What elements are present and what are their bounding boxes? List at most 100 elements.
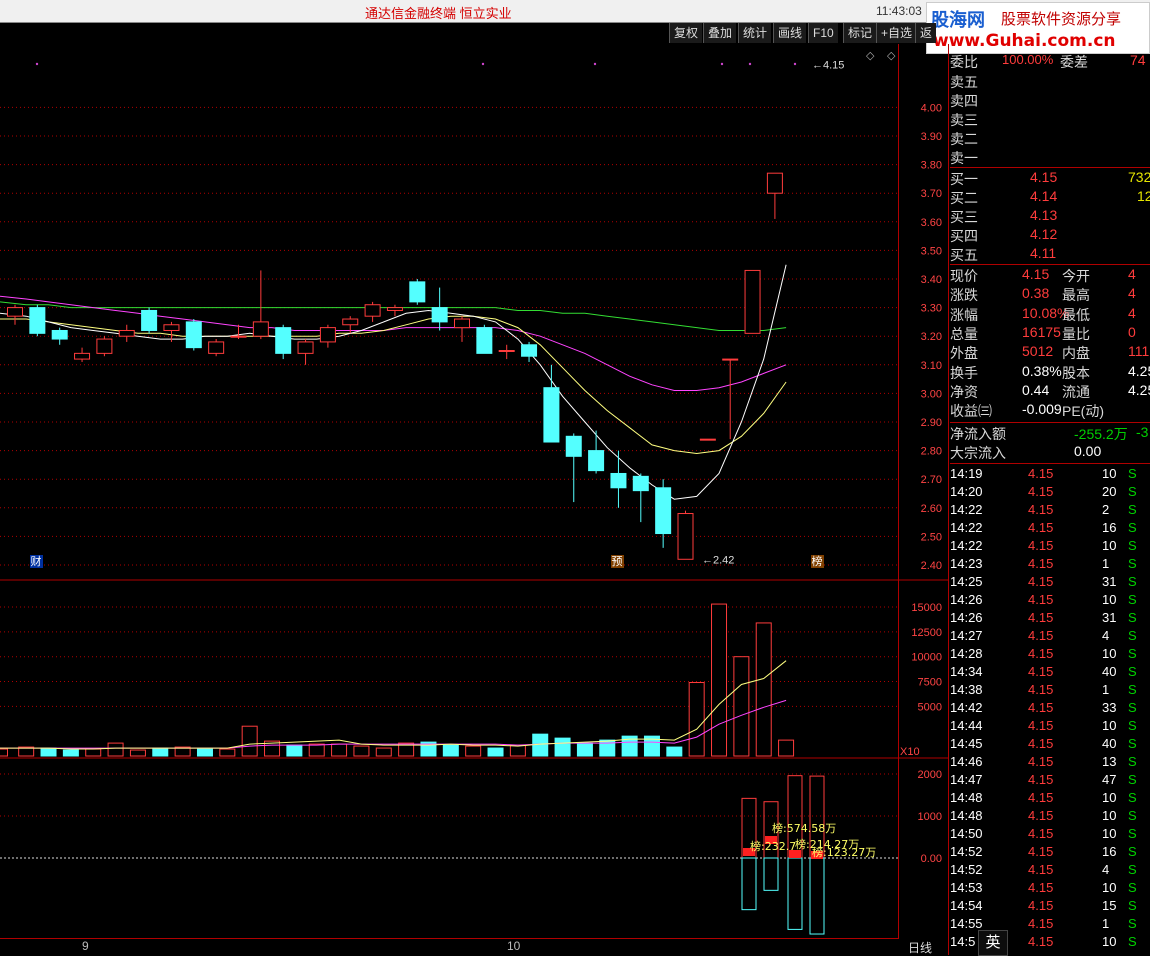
- flow-tick-label: 0.00: [921, 853, 942, 865]
- quote-value: 4: [1128, 285, 1136, 302]
- buy-1-volume: 732: [1128, 169, 1150, 185]
- f10-button[interactable]: F10: [808, 23, 838, 43]
- candle-body: [610, 472, 627, 489]
- volume-bar: [241, 725, 258, 757]
- tick-side: S: [1128, 466, 1137, 481]
- marker-tag-label: 预: [612, 555, 623, 568]
- tick-time: 14:22: [950, 538, 983, 553]
- tick-volume: 4: [1102, 628, 1110, 643]
- candle-body: [766, 172, 783, 194]
- tick-side: S: [1128, 772, 1137, 787]
- sell-4-label: 卖四: [950, 93, 978, 109]
- flow-annotation: 榜:232.7: [750, 839, 796, 853]
- tick-price: 4.15: [1028, 754, 1054, 769]
- quote-value: -0.009: [1022, 401, 1062, 418]
- draw-button[interactable]: 画线: [773, 23, 807, 43]
- logo-url: www.Guhai.com.cn: [933, 31, 1116, 51]
- tick-price: 4.15: [1028, 790, 1054, 805]
- candle-body: [29, 307, 46, 334]
- flow-negative-bar: [809, 857, 825, 935]
- price-tick-label: 3.30: [921, 303, 942, 315]
- stats-button[interactable]: 统计: [738, 23, 772, 43]
- weicha-label: 委差: [1060, 54, 1088, 70]
- candle-body: [543, 387, 560, 443]
- tick-time: 14:48: [950, 790, 983, 805]
- tick-side: S: [1128, 898, 1137, 913]
- quote-panel: 委比 100.00% 委差 74 卖五 卖四 卖三 卖二 卖一 买一 4.15 …: [950, 52, 1150, 949]
- flow-negative-bar: [763, 857, 779, 891]
- volume-bar: [465, 745, 482, 757]
- signal-dot: [481, 62, 485, 66]
- flow-label: 净流入额: [950, 426, 1006, 442]
- tick-time: 14:25: [950, 574, 983, 589]
- volume-bar: [733, 656, 750, 757]
- tick-price: 4.15: [1028, 556, 1054, 571]
- tick-side: S: [1128, 628, 1137, 643]
- quote-label: 流通: [1062, 383, 1090, 400]
- candle-body: [74, 352, 91, 360]
- period-label: 日线: [908, 941, 933, 955]
- quote-label: 总量: [950, 325, 978, 342]
- volume-bar: [778, 739, 795, 757]
- tick-side: S: [1128, 808, 1137, 823]
- add-watchlist-button[interactable]: +自选: [876, 23, 917, 43]
- fuquan-button[interactable]: 复权: [669, 23, 703, 43]
- tick-price: 4.15: [1028, 772, 1054, 787]
- weibi-value: 100.00%: [1002, 52, 1054, 67]
- volume-bar: [62, 749, 79, 757]
- quote-value: 0.44: [1022, 381, 1050, 398]
- tick-side: S: [1128, 880, 1137, 895]
- volume-bar: [331, 743, 348, 757]
- tick-volume: 31: [1102, 610, 1117, 625]
- marker-tag-label: 榜: [812, 554, 823, 568]
- candle-body: [141, 309, 158, 331]
- tick-time: 14:52: [950, 862, 983, 877]
- quote-value: 0: [1128, 323, 1136, 340]
- tick-side: S: [1128, 592, 1137, 607]
- volume-bar: [666, 746, 683, 757]
- quote-divider: [950, 422, 1150, 423]
- tick-side: S: [1128, 682, 1137, 697]
- candle-body: [275, 327, 292, 354]
- tick-time: 14:19: [950, 466, 983, 481]
- tick-price: 4.15: [1028, 736, 1054, 751]
- volume-bar: [107, 742, 124, 757]
- tick-time: 14:27: [950, 628, 983, 643]
- low-annotation: ←2.42: [702, 554, 734, 566]
- tick-side: S: [1128, 556, 1137, 571]
- tick-volume: 10: [1102, 934, 1117, 949]
- flow-label: 大宗流入: [950, 445, 1006, 461]
- ma60-line: [0, 301, 787, 331]
- volume-ma5-line: [0, 660, 787, 750]
- mark-button[interactable]: 标记: [843, 23, 877, 43]
- candle-body: [51, 329, 68, 340]
- back-button[interactable]: 返: [915, 23, 937, 43]
- tick-side: S: [1128, 646, 1137, 661]
- candle-body: [386, 307, 403, 311]
- period-selector[interactable]: 日线: [900, 938, 946, 955]
- overlay-button[interactable]: 叠加: [703, 23, 737, 43]
- tick-volume: 31: [1102, 574, 1117, 589]
- tick-price: 4.15: [1028, 880, 1054, 895]
- sell-3-label: 卖三: [950, 112, 978, 128]
- tick-price: 4.15: [1028, 808, 1054, 823]
- price-tick-label: 2.90: [921, 417, 942, 429]
- diamond-icon: ◇: [887, 49, 896, 62]
- tick-volume: 13: [1102, 754, 1117, 769]
- tick-price: 4.15: [1028, 538, 1054, 553]
- tick-volume: 10: [1102, 718, 1117, 733]
- candle-body: [163, 324, 180, 331]
- candle-body: [230, 335, 247, 338]
- candle-body: [96, 338, 113, 354]
- tick-price: 4.15: [1028, 862, 1054, 877]
- tick-price: 4.15: [1028, 646, 1054, 661]
- tick-side: S: [1128, 484, 1137, 499]
- tick-time: 14:52: [950, 844, 983, 859]
- flow-negative-bar: [741, 857, 757, 911]
- tick-time: 14:45: [950, 736, 983, 751]
- ime-indicator[interactable]: 英: [978, 930, 1008, 956]
- chart-area[interactable]: 2.40 2.50 2.60 2.70 2.80 2.90 3.00 3.10 3.20 3.30…: [0, 44, 948, 938]
- tick-price: 4.15: [1028, 592, 1054, 607]
- tick-volume: 10: [1102, 646, 1117, 661]
- quote-label: 今开: [1062, 268, 1090, 284]
